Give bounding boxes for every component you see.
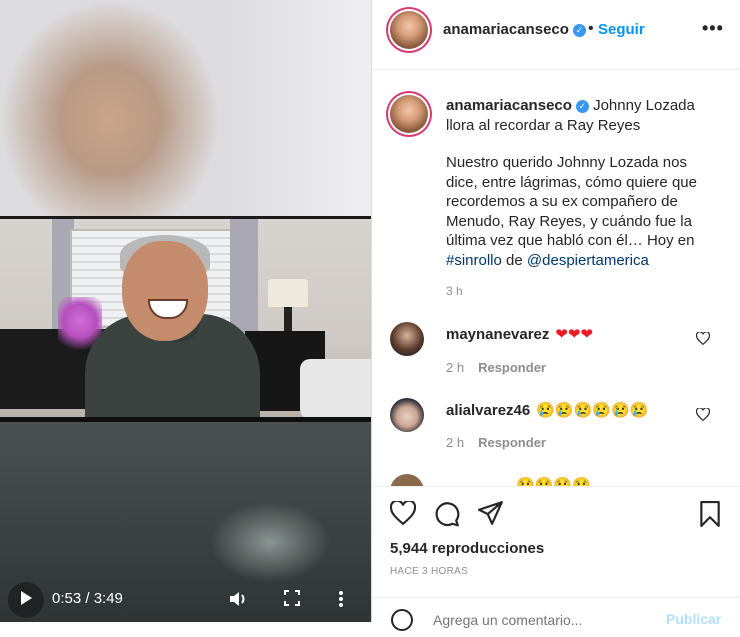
fullscreen-icon[interactable]: [284, 590, 300, 611]
like-comment-icon[interactable]: [695, 331, 711, 348]
more-options-icon[interactable]: •••: [702, 18, 724, 39]
caption-de: de: [501, 251, 527, 269]
post-timestamp: HACE 3 HORAS: [390, 566, 469, 577]
avatar[interactable]: [390, 398, 424, 432]
volume-icon[interactable]: [228, 590, 248, 613]
follow-button[interactable]: Seguir: [598, 21, 645, 38]
add-comment-bar: Publicar: [372, 597, 740, 631]
video-controls: 0:53 / 3:49: [0, 578, 371, 622]
heart-outline-icon[interactable]: [389, 499, 417, 530]
post-header: anamariacanseco ✓ • Seguir •••: [372, 0, 740, 70]
hashtag-link[interactable]: #sinrollo: [446, 252, 502, 269]
emoji-icon[interactable]: [390, 608, 414, 637]
comment-icon[interactable]: [434, 501, 460, 532]
caption-body: Nuestro querido Johnny Lozada nos dice, …: [446, 154, 697, 249]
avatar[interactable]: [390, 322, 424, 356]
post-actions: 5,944 reproducciones HACE 3 HORAS Public…: [372, 486, 740, 631]
video-frame-person: [0, 219, 371, 418]
post-panel: anamariacanseco ✓ • Seguir ••• anamariaca…: [371, 0, 740, 631]
comment-input[interactable]: [433, 612, 633, 628]
reply-button[interactable]: Responder: [478, 435, 546, 450]
video-time: 0:53 / 3:49: [52, 590, 123, 607]
comment-time: 2 h: [446, 360, 465, 375]
verified-icon: ✓: [572, 24, 586, 37]
separator-dot: •: [588, 20, 594, 37]
list-item: 😢😢😢😢: [372, 474, 740, 486]
comment-text: 😢😢😢😢: [516, 477, 591, 486]
mention-link[interactable]: @despiertamerica: [527, 252, 649, 269]
comment-text: 😢😢😢😢😢😢: [536, 402, 649, 419]
reply-button[interactable]: Responder: [478, 360, 546, 375]
avatar[interactable]: [390, 474, 424, 486]
send-icon[interactable]: [478, 501, 504, 530]
bookmark-icon[interactable]: [698, 501, 722, 532]
comment-time: 2 h: [446, 435, 465, 450]
video-player[interactable]: 0:53 / 3:49: [0, 0, 371, 622]
like-comment-icon[interactable]: [695, 407, 711, 424]
publish-button[interactable]: Publicar: [666, 611, 721, 627]
verified-icon: ✓: [575, 100, 589, 113]
view-count: 5,944 reproducciones: [390, 540, 545, 557]
more-vertical-icon[interactable]: [338, 590, 344, 613]
caption-avatar[interactable]: [390, 95, 428, 133]
caption-username[interactable]: anamariacanseco: [446, 97, 572, 114]
avatar[interactable]: [390, 11, 428, 49]
play-icon: [19, 590, 33, 611]
blurred-video-top: [0, 0, 371, 218]
comment-text: ❤❤❤: [555, 326, 594, 343]
header-username[interactable]: anamariacanseco: [443, 21, 569, 38]
comment-username[interactable]: maynanevarez: [446, 326, 549, 343]
caption-time: 3 h: [446, 284, 463, 298]
comment-username[interactable]: alialvarez46: [446, 402, 530, 419]
post-caption: anamariacanseco ✓ Johnny Lozada llora al …: [446, 96, 716, 270]
play-button[interactable]: [8, 582, 44, 618]
